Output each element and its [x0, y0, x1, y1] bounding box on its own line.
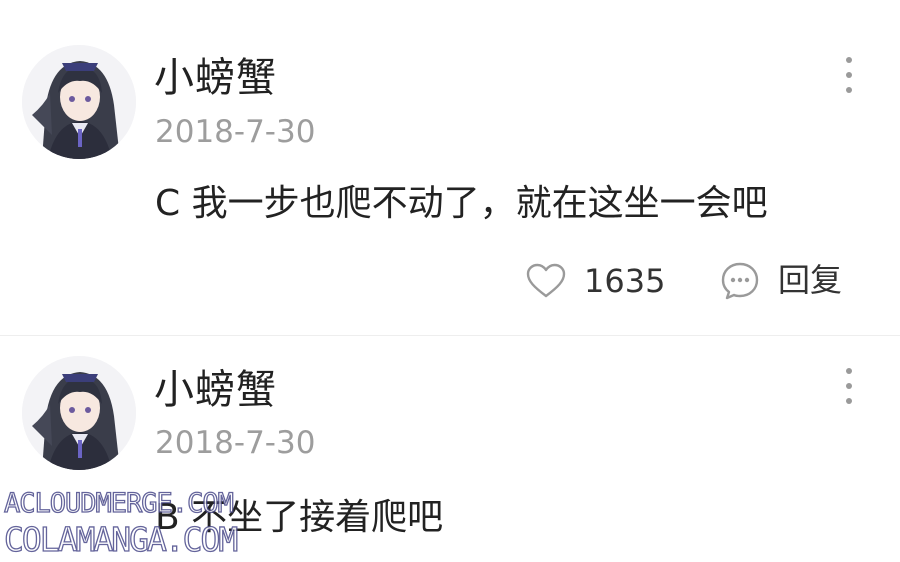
more-vertical-icon[interactable] [838, 366, 860, 406]
like-button[interactable]: 1635 [526, 258, 676, 304]
more-vertical-icon[interactable] [838, 55, 860, 95]
heart-outline-icon [526, 263, 566, 298]
comment-date: 2018-7-30 [155, 425, 316, 461]
like-count: 1635 [584, 262, 666, 300]
comment-list: 小螃蟹 2018-7-30 C 我一步也爬不动了，就在这坐一会吧 1635 回复 [0, 0, 900, 562]
reply-label: 回复 [778, 261, 843, 299]
comment-item: 小螃蟹 2018-7-30 C 我一步也爬不动了，就在这坐一会吧 1635 回复 [0, 0, 900, 335]
watermark-line-2: COLAMANGA.COM [3, 520, 239, 559]
reply-button[interactable]: 回复 [720, 258, 860, 304]
avatar[interactable] [22, 45, 136, 159]
comment-text: C 我一步也爬不动了，就在这坐一会吧 [155, 183, 768, 224]
watermark-line-1: ACLOUDMERGE.COM [3, 487, 234, 519]
username[interactable]: 小螃蟹 [154, 366, 277, 414]
comment-date: 2018-7-30 [155, 114, 316, 150]
chat-bubble-icon [721, 262, 759, 300]
avatar[interactable] [22, 356, 136, 470]
username[interactable]: 小螃蟹 [154, 54, 277, 102]
comment-actions: 1635 回复 [0, 258, 900, 304]
